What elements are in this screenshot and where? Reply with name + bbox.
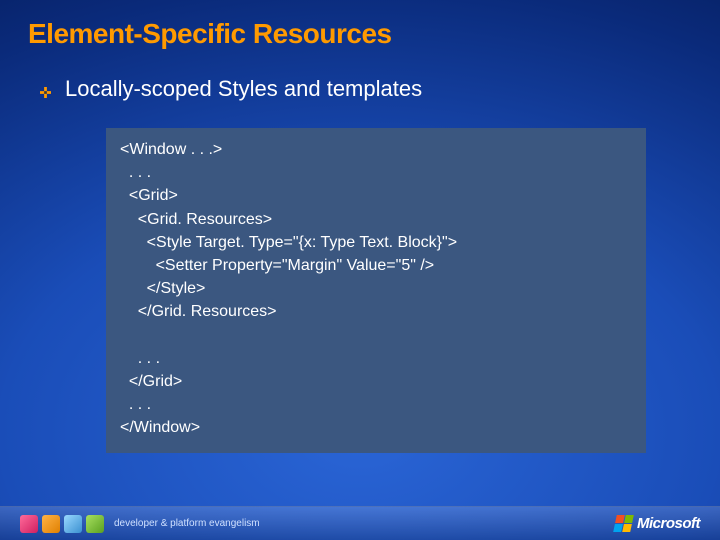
footer: developer & platform evangelism Microsof… <box>0 506 720 540</box>
badge-icon <box>20 515 38 533</box>
footer-tagline: developer & platform evangelism <box>114 518 260 529</box>
footer-left: developer & platform evangelism <box>20 515 260 533</box>
slide-title: Element-Specific Resources <box>28 18 692 50</box>
badge-icon <box>86 515 104 533</box>
microsoft-logo: Microsoft <box>615 515 700 532</box>
microsoft-flag-icon <box>613 515 634 532</box>
code-line: </Grid> <box>120 373 182 390</box>
code-line: . . . <box>120 350 160 367</box>
code-line: <Grid. Resources> <box>120 211 272 228</box>
code-line: <Grid> <box>120 187 178 204</box>
code-line: . . . <box>120 396 151 413</box>
microsoft-logo-text: Microsoft <box>637 515 700 532</box>
badge-icon <box>42 515 60 533</box>
code-line: . . . <box>120 164 151 181</box>
code-line: <Style Target. Type="{x: Type Text. Bloc… <box>120 234 457 251</box>
slide: Element-Specific Resources Locally-scope… <box>0 0 720 540</box>
code-line: <Setter Property="Margin" Value="5" /> <box>120 257 434 274</box>
code-line: </Window> <box>120 419 200 436</box>
badge-icon <box>64 515 82 533</box>
code-line: <Window . . .> <box>120 141 222 158</box>
code-block: <Window . . .> . . . <Grid> <Grid. Resou… <box>106 128 646 453</box>
bullet-item: Locally-scoped Styles and templates <box>40 76 692 102</box>
bullet-text: Locally-scoped Styles and templates <box>65 76 422 102</box>
bullet-icon <box>40 85 51 96</box>
code-line: </Grid. Resources> <box>120 303 277 320</box>
code-line: </Style> <box>120 280 205 297</box>
